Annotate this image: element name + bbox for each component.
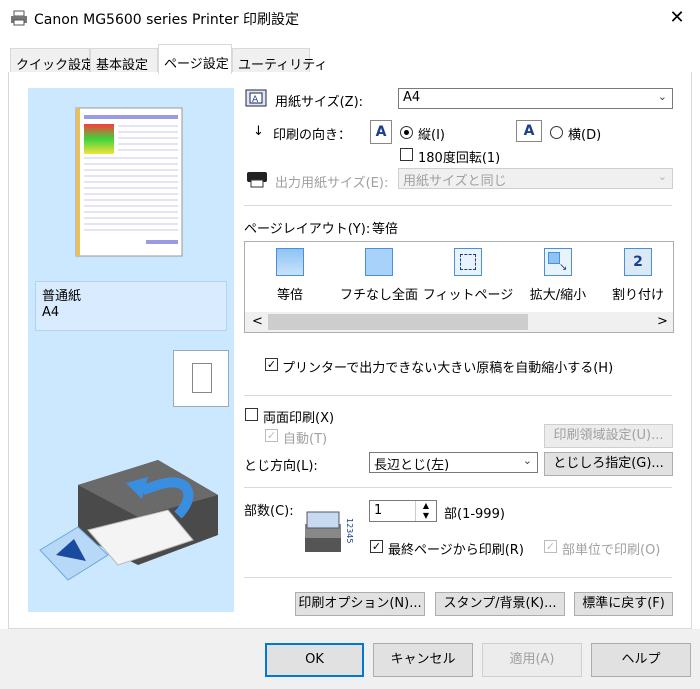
- layout-fit-to-page-label: フィットページ: [422, 288, 514, 303]
- reverse-order-checkbox[interactable]: ✓: [370, 540, 383, 553]
- media-type-text: 普通紙: [42, 289, 82, 304]
- cancel-button[interactable]: キャンセル: [373, 643, 473, 677]
- rotate180-checkbox[interactable]: [400, 148, 413, 161]
- portrait-label[interactable]: 縦(I): [418, 124, 445, 143]
- tab-maintenance[interactable]: ユーティリティ: [232, 48, 327, 73]
- layout-borderless-label: フチなし全面: [339, 288, 418, 303]
- close-icon[interactable]: ✕: [662, 4, 692, 32]
- down-arrow-icon: ↓: [253, 124, 264, 139]
- paper-size-icon: A: [245, 89, 267, 107]
- page-preview-image: [75, 107, 183, 257]
- svg-text:A: A: [252, 95, 259, 105]
- printer-illustration-icon: [39, 460, 218, 581]
- page-layout-2up-icon: 2: [624, 248, 652, 276]
- collate-checkbox[interactable]: ✓: [544, 540, 557, 553]
- copies-value: 1: [374, 503, 383, 518]
- layout-scaled-label: 拡大/縮小: [529, 288, 587, 303]
- separator: [244, 577, 672, 578]
- copies-range-label: 部(1-999): [444, 507, 505, 522]
- chevron-down-icon: ⌄: [657, 90, 667, 103]
- layout-scrollbar-thumb[interactable]: [268, 314, 528, 330]
- layout-normal-label: 等倍: [276, 288, 303, 303]
- title-bar: Canon MG5600 series Printer 印刷設定 ✕: [0, 0, 700, 36]
- copies-label: 部数(C):: [244, 504, 294, 519]
- output-size-select[interactable]: 用紙サイズと同じ ⌄: [398, 168, 673, 189]
- paper-portrait-icon: [192, 363, 212, 393]
- apply-button[interactable]: 適用(A): [482, 643, 582, 677]
- layout-page-layout-label: 割り付け: [611, 288, 664, 303]
- page-size-select[interactable]: A4 ⌄: [398, 88, 673, 109]
- defaults-button[interactable]: 標準に戻す(F): [574, 592, 673, 616]
- stamp-background-button[interactable]: スタンプ/背景(K)...: [435, 592, 565, 616]
- window-title: Canon MG5600 series Printer 印刷設定: [34, 12, 300, 28]
- layout-fit-to-page[interactable]: フィットページ: [422, 248, 514, 303]
- stapling-side-value: 長辺とじ(左): [374, 458, 450, 473]
- printer-icon: [11, 10, 27, 26]
- paper-size-text: A4: [42, 305, 60, 320]
- layout-normal[interactable]: 等倍: [244, 248, 336, 303]
- landscape-orientation-icon: A: [516, 120, 542, 142]
- auto-reduce-label[interactable]: プリンターで出力できない大きい原稿を自動縮小する(H): [282, 357, 613, 376]
- help-button[interactable]: ヘルプ: [591, 643, 691, 677]
- scroll-right-icon[interactable]: >: [657, 314, 668, 329]
- portrait-orientation-icon: A: [370, 120, 392, 144]
- normal-size-icon: [276, 248, 304, 276]
- duplex-auto-checkbox[interactable]: ✓: [265, 429, 278, 442]
- spin-down-icon[interactable]: ▼: [416, 511, 436, 521]
- separator: [244, 395, 672, 396]
- landscape-label[interactable]: 横(D): [568, 124, 601, 143]
- stapling-side-select[interactable]: 長辺とじ(左) ⌄: [369, 452, 538, 473]
- duplex-label[interactable]: 両面印刷(X): [263, 407, 334, 426]
- chevron-down-icon: ⌄: [522, 454, 532, 467]
- separator: [244, 487, 672, 488]
- stapling-side-label: とじ方向(L):: [244, 459, 318, 474]
- spin-up-icon[interactable]: ▲: [416, 501, 436, 511]
- specify-margin-button[interactable]: とじしろ指定(G)...: [544, 452, 673, 476]
- layout-borderless[interactable]: フチなし全面: [333, 248, 425, 303]
- collate-label[interactable]: 部単位で印刷(O): [562, 539, 660, 558]
- separator: [244, 205, 672, 206]
- borderless-icon: [365, 248, 393, 276]
- orientation-label: 印刷の向き：: [273, 128, 352, 143]
- tab-page-setup[interactable]: ページ設定: [158, 44, 232, 74]
- duplex-auto-label[interactable]: 自動(T): [283, 428, 327, 447]
- rotate180-label[interactable]: 180度回転(1): [418, 147, 500, 166]
- print-options-button[interactable]: 印刷オプション(N)...: [295, 592, 425, 616]
- reverse-order-label[interactable]: 最終ページから印刷(R): [388, 539, 524, 558]
- tab-quick-setup[interactable]: クイック設定: [10, 48, 94, 73]
- chevron-down-icon: ⌄: [657, 170, 667, 183]
- svg-text:12345: 12345: [345, 518, 354, 543]
- printer-output-icon: [247, 172, 267, 188]
- scaled-icon: ↘: [544, 248, 572, 276]
- layout-scaled[interactable]: ↘ 拡大/縮小: [512, 248, 604, 303]
- portrait-radio[interactable]: [400, 126, 413, 139]
- fit-to-page-icon: [454, 248, 482, 276]
- output-size-label: 出力用紙サイズ(E):: [275, 176, 389, 191]
- layout-page-layout[interactable]: 2 割り付け: [602, 248, 674, 303]
- copies-stack-icon: 12345: [305, 511, 354, 552]
- landscape-radio[interactable]: [550, 126, 563, 139]
- auto-reduce-checkbox[interactable]: ✓: [265, 358, 278, 371]
- ok-button[interactable]: OK: [265, 643, 364, 677]
- page-layout-label: ページレイアウト(Y):: [244, 222, 371, 237]
- paper-info-box: 普通紙 A4: [35, 281, 227, 331]
- tab-main[interactable]: 基本設定: [90, 48, 158, 73]
- orientation-preview: [173, 350, 229, 407]
- page-size-value: A4: [403, 90, 421, 105]
- print-area-setup-button[interactable]: 印刷領域設定(U)...: [544, 424, 673, 448]
- page-layout-current: 等倍: [372, 222, 399, 237]
- scroll-left-icon[interactable]: <: [252, 314, 263, 329]
- copies-stepper[interactable]: ▲ ▼: [415, 501, 436, 521]
- duplex-checkbox[interactable]: [245, 408, 258, 421]
- page-size-label: 用紙サイズ(Z):: [275, 95, 364, 110]
- output-size-value: 用紙サイズと同じ: [403, 174, 507, 189]
